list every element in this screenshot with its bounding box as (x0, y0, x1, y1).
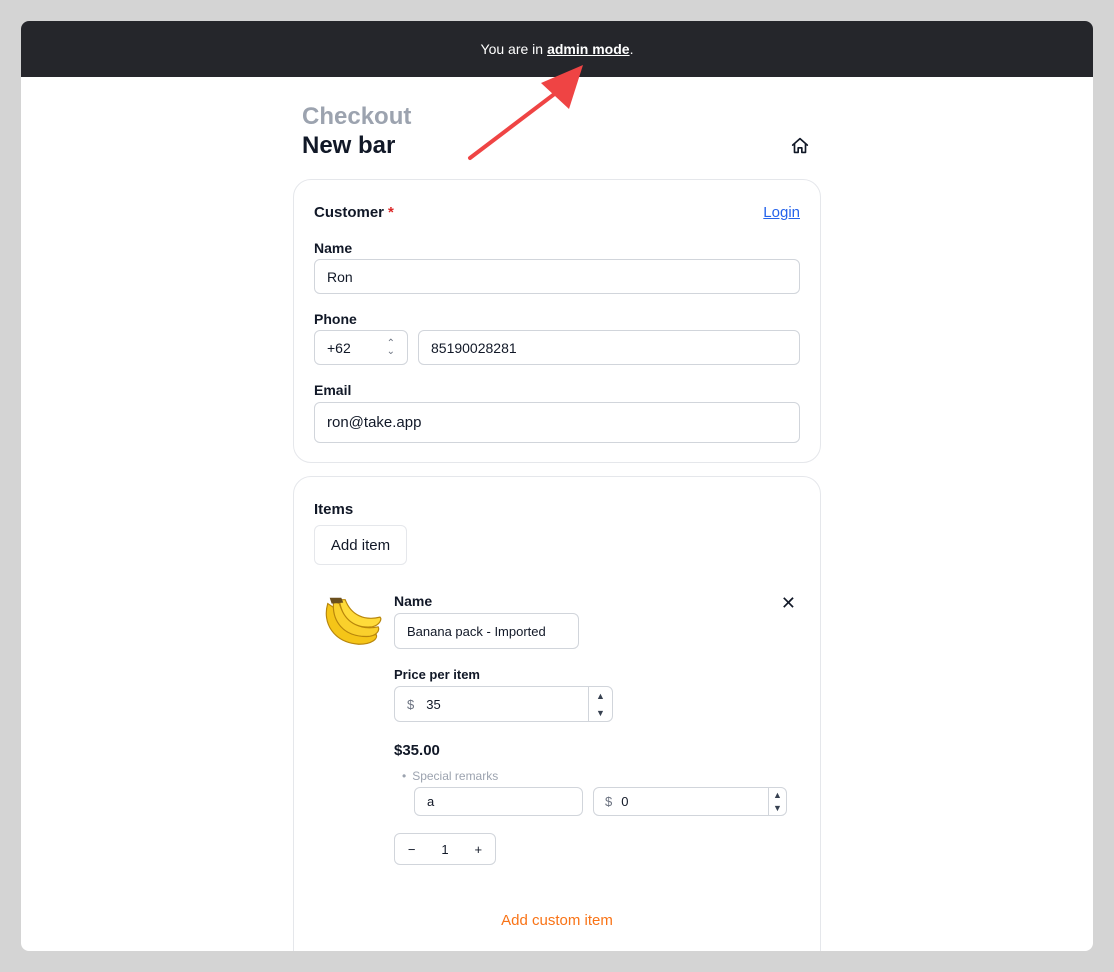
items-title: Items (314, 501, 354, 518)
country-code-value: +62 (327, 339, 351, 356)
remark-price-field[interactable]: $ ▲ ▼ (593, 787, 787, 816)
country-code-select[interactable]: +62 ⌃ ⌄ (314, 330, 408, 365)
special-remarks-text: Special remarks (412, 769, 499, 783)
email-label: Email (314, 382, 352, 398)
required-mark: * (388, 204, 394, 221)
remark-price-input[interactable] (621, 794, 774, 809)
price-label: Price per item (394, 667, 480, 682)
banana-icon (325, 597, 382, 645)
login-link[interactable]: Login (763, 204, 800, 221)
remark-input[interactable] (427, 794, 570, 809)
admin-bar-suffix: . (629, 41, 634, 57)
phone-label: Phone (314, 311, 357, 327)
email-field[interactable] (314, 402, 800, 443)
items-card: Items Add item ✕ Name Price per item $ ▲… (293, 476, 821, 951)
item-name-field[interactable] (394, 613, 579, 649)
increment-button[interactable]: + (462, 842, 495, 857)
name-field[interactable] (314, 259, 800, 294)
quantity-value: 1 (441, 841, 449, 857)
item-name-label: Name (394, 593, 433, 609)
price-input[interactable] (426, 696, 600, 712)
breadcrumb: Checkout (302, 103, 412, 130)
admin-mode-bar: You are in admin mode . (21, 21, 1093, 77)
item-name-input[interactable] (407, 623, 566, 639)
price-field[interactable]: $ ▲ ▼ (394, 686, 613, 722)
spinner-down-icon[interactable]: ▼ (769, 802, 786, 816)
bullet-icon: • (402, 769, 407, 783)
name-label: Name (314, 240, 353, 256)
customer-card: Customer* Login Name Phone +62 ⌃⌄ Email (293, 179, 821, 463)
remark-price-spinner: ▲ ▼ (768, 788, 786, 815)
add-custom-item-link[interactable]: Add custom item (294, 912, 820, 929)
remark-currency-symbol: $ (605, 794, 613, 809)
spinner-up-icon[interactable]: ▲ (769, 788, 786, 802)
page-header: Checkout New bar (293, 77, 821, 179)
currency-symbol: $ (407, 696, 415, 712)
browser-window: You are in admin mode . Checkout New bar… (21, 21, 1093, 951)
admin-bar-prefix: You are in (480, 41, 544, 57)
name-input[interactable] (327, 268, 787, 285)
remove-item-close-icon[interactable]: ✕ (781, 593, 796, 614)
phone-input[interactable] (431, 339, 787, 356)
phone-field[interactable] (418, 330, 800, 365)
decrement-button[interactable]: − (395, 842, 428, 857)
admin-mode-link[interactable]: admin mode (547, 41, 629, 57)
checkout-content: Checkout New bar Customer* Login Name Ph… (293, 77, 821, 951)
page-title: New bar (302, 132, 396, 159)
email-input[interactable] (327, 414, 787, 431)
customer-title-label: Customer (314, 204, 385, 221)
quantity-stepper: − 1 + (394, 833, 496, 865)
chevron-updown-icon: ⌃ ⌄ (386, 337, 395, 357)
customer-title: Customer * (314, 204, 394, 221)
price-spinner: ▲ ▼ (588, 687, 612, 721)
remark-field[interactable] (414, 787, 583, 816)
add-item-button[interactable]: Add item (314, 525, 407, 565)
special-remarks-label: • Special remarks (402, 769, 498, 783)
item-total: $35.00 (394, 742, 440, 759)
home-icon[interactable] (789, 135, 811, 157)
spinner-up-icon[interactable]: ▲ (589, 687, 612, 704)
spinner-down-icon[interactable]: ▼ (589, 704, 612, 721)
